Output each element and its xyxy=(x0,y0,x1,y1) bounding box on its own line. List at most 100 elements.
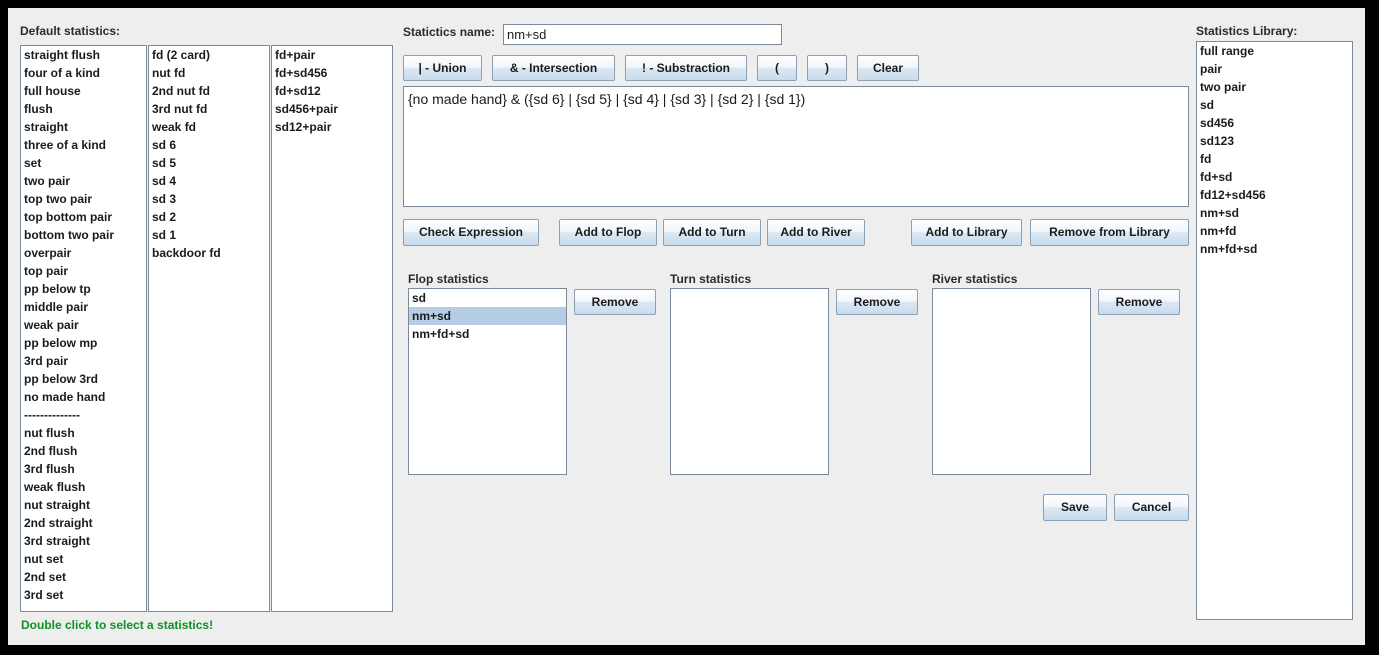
statistics-library-item[interactable]: sd123 xyxy=(1197,132,1352,150)
default-statistics-item[interactable]: pp below tp xyxy=(21,280,146,298)
statistics-library-label: Statistics Library: xyxy=(1196,24,1298,38)
default-statistics-item[interactable]: 2nd nut fd xyxy=(149,82,269,100)
default-statistics-item[interactable]: -------------- xyxy=(21,406,146,424)
default-statistics-column-1-items: straight flush four of a kind full house fl… xyxy=(21,46,146,604)
remove-from-library-button[interactable]: Remove from Library xyxy=(1030,219,1189,246)
default-statistics-list-column-1[interactable]: straight flush four of a kind full house fl… xyxy=(20,45,147,612)
default-statistics-item[interactable]: 3rd flush xyxy=(21,460,146,478)
statistics-library-item[interactable]: sd456 xyxy=(1197,114,1352,132)
statistics-library-item[interactable]: fd+sd xyxy=(1197,168,1352,186)
default-statistics-item[interactable]: sd12+pair xyxy=(272,118,392,136)
default-statistics-item[interactable]: nut set xyxy=(21,550,146,568)
default-statistics-item[interactable]: fd+sd456 xyxy=(272,64,392,82)
cancel-button[interactable]: Cancel xyxy=(1114,494,1189,521)
add-to-library-button[interactable]: Add to Library xyxy=(911,219,1022,246)
statistics-library-item[interactable]: sd xyxy=(1197,96,1352,114)
default-statistics-item[interactable]: three of a kind xyxy=(21,136,146,154)
default-statistics-item[interactable]: top bottom pair xyxy=(21,208,146,226)
flop-statistics-list[interactable]: sd nm+sd nm+fd+sd xyxy=(408,288,567,475)
statistics-library-item[interactable]: pair xyxy=(1197,60,1352,78)
default-statistics-item[interactable]: backdoor fd xyxy=(149,244,269,262)
default-statistics-item[interactable]: sd 3 xyxy=(149,190,269,208)
default-statistics-list-column-3[interactable]: fd+pair fd+sd456 fd+sd12 sd456+pair sd12+pai… xyxy=(271,45,393,612)
save-button[interactable]: Save xyxy=(1043,494,1107,521)
default-statistics-item[interactable]: straight flush xyxy=(21,46,146,64)
operator-union-button[interactable]: | - Union xyxy=(403,55,482,81)
expression-textarea[interactable] xyxy=(403,86,1189,207)
default-statistics-item[interactable]: sd 2 xyxy=(149,208,269,226)
default-statistics-item[interactable]: weak flush xyxy=(21,478,146,496)
default-statistics-item[interactable]: 3rd straight xyxy=(21,532,146,550)
operator-intersection-button[interactable]: & - Intersection xyxy=(492,55,615,81)
default-statistics-item[interactable]: 3rd nut fd xyxy=(149,100,269,118)
statistics-name-label: Statictics name: xyxy=(403,25,496,39)
turn-statistics-list[interactable] xyxy=(670,288,829,475)
default-statistics-item[interactable]: 3rd set xyxy=(21,586,146,604)
statistics-library-list[interactable]: full range pair two pair sd sd456 sd123 fd fd+s… xyxy=(1196,41,1353,620)
turn-remove-button[interactable]: Remove xyxy=(836,289,918,315)
default-statistics-item[interactable]: weak pair xyxy=(21,316,146,334)
default-statistics-item[interactable]: bottom two pair xyxy=(21,226,146,244)
default-statistics-item[interactable]: weak fd xyxy=(149,118,269,136)
statistics-library-item[interactable]: nm+fd+sd xyxy=(1197,240,1352,258)
default-statistics-item[interactable]: top two pair xyxy=(21,190,146,208)
default-statistics-item[interactable]: set xyxy=(21,154,146,172)
river-statistics-list[interactable] xyxy=(932,288,1091,475)
statistics-library-item[interactable]: nm+sd xyxy=(1197,204,1352,222)
default-statistics-item[interactable]: two pair xyxy=(21,172,146,190)
default-statistics-item[interactable]: pp below 3rd xyxy=(21,370,146,388)
add-to-turn-button[interactable]: Add to Turn xyxy=(663,219,761,246)
default-statistics-item[interactable]: pp below mp xyxy=(21,334,146,352)
statistics-library-item[interactable]: fd12+sd456 xyxy=(1197,186,1352,204)
operator-close-paren-button[interactable]: ) xyxy=(807,55,847,81)
default-statistics-item[interactable]: nut straight xyxy=(21,496,146,514)
default-statistics-item[interactable]: flush xyxy=(21,100,146,118)
default-statistics-item[interactable]: 2nd straight xyxy=(21,514,146,532)
default-statistics-item[interactable]: 3rd pair xyxy=(21,352,146,370)
default-statistics-item[interactable]: fd+sd12 xyxy=(272,82,392,100)
default-statistics-list-column-2[interactable]: fd (2 card) nut fd 2nd nut fd 3rd nut fd wea… xyxy=(148,45,270,612)
operator-open-paren-button[interactable]: ( xyxy=(757,55,797,81)
statistics-library-item[interactable]: two pair xyxy=(1197,78,1352,96)
default-statistics-item[interactable]: 2nd flush xyxy=(21,442,146,460)
default-statistics-item[interactable]: nut flush xyxy=(21,424,146,442)
default-statistics-item[interactable]: four of a kind xyxy=(21,64,146,82)
river-remove-button[interactable]: Remove xyxy=(1098,289,1180,315)
default-statistics-item[interactable]: top pair xyxy=(21,262,146,280)
turn-statistics-title: Turn statistics xyxy=(670,272,752,286)
status-message: Double click to select a statistics! xyxy=(21,618,214,632)
default-statistics-item[interactable]: fd (2 card) xyxy=(149,46,269,64)
statistics-library-item[interactable]: nm+fd xyxy=(1197,222,1352,240)
add-to-river-button[interactable]: Add to River xyxy=(767,219,865,246)
default-statistics-item[interactable]: straight xyxy=(21,118,146,136)
check-expression-button[interactable]: Check Expression xyxy=(403,219,539,246)
default-statistics-item[interactable]: sd456+pair xyxy=(272,100,392,118)
default-statistics-item[interactable]: sd 1 xyxy=(149,226,269,244)
flop-remove-button[interactable]: Remove xyxy=(574,289,656,315)
operator-subtraction-button[interactable]: ! - Substraction xyxy=(625,55,747,81)
default-statistics-item[interactable]: fd+pair xyxy=(272,46,392,64)
default-statistics-item[interactable]: full house xyxy=(21,82,146,100)
statistics-library-item[interactable]: full range xyxy=(1197,42,1352,60)
flop-statistics-items: sd nm+sd nm+fd+sd xyxy=(409,289,566,343)
flop-statistics-item[interactable]: sd xyxy=(409,289,566,307)
operator-clear-button[interactable]: Clear xyxy=(857,55,919,81)
flop-statistics-item[interactable]: nm+fd+sd xyxy=(409,325,566,343)
add-to-flop-button[interactable]: Add to Flop xyxy=(559,219,657,246)
statistics-library-items: full range pair two pair sd sd456 sd123 fd fd+s… xyxy=(1197,42,1352,258)
default-statistics-item[interactable]: sd 6 xyxy=(149,136,269,154)
flop-statistics-item[interactable]: nm+sd xyxy=(409,307,566,325)
default-statistics-item[interactable]: sd 5 xyxy=(149,154,269,172)
river-statistics-title: River statistics xyxy=(932,272,1018,286)
default-statistics-item[interactable]: nut fd xyxy=(149,64,269,82)
default-statistics-item[interactable]: overpair xyxy=(21,244,146,262)
default-statistics-item[interactable]: middle pair xyxy=(21,298,146,316)
default-statistics-item[interactable]: 2nd set xyxy=(21,568,146,586)
statistics-library-item[interactable]: fd xyxy=(1197,150,1352,168)
default-statistics-column-2-items: fd (2 card) nut fd 2nd nut fd 3rd nut fd wea… xyxy=(149,46,269,262)
flop-statistics-title: Flop statistics xyxy=(408,272,489,286)
statistics-name-input[interactable] xyxy=(503,24,782,45)
default-statistics-label: Default statistics: xyxy=(20,24,121,38)
default-statistics-item[interactable]: sd 4 xyxy=(149,172,269,190)
default-statistics-item[interactable]: no made hand xyxy=(21,388,146,406)
